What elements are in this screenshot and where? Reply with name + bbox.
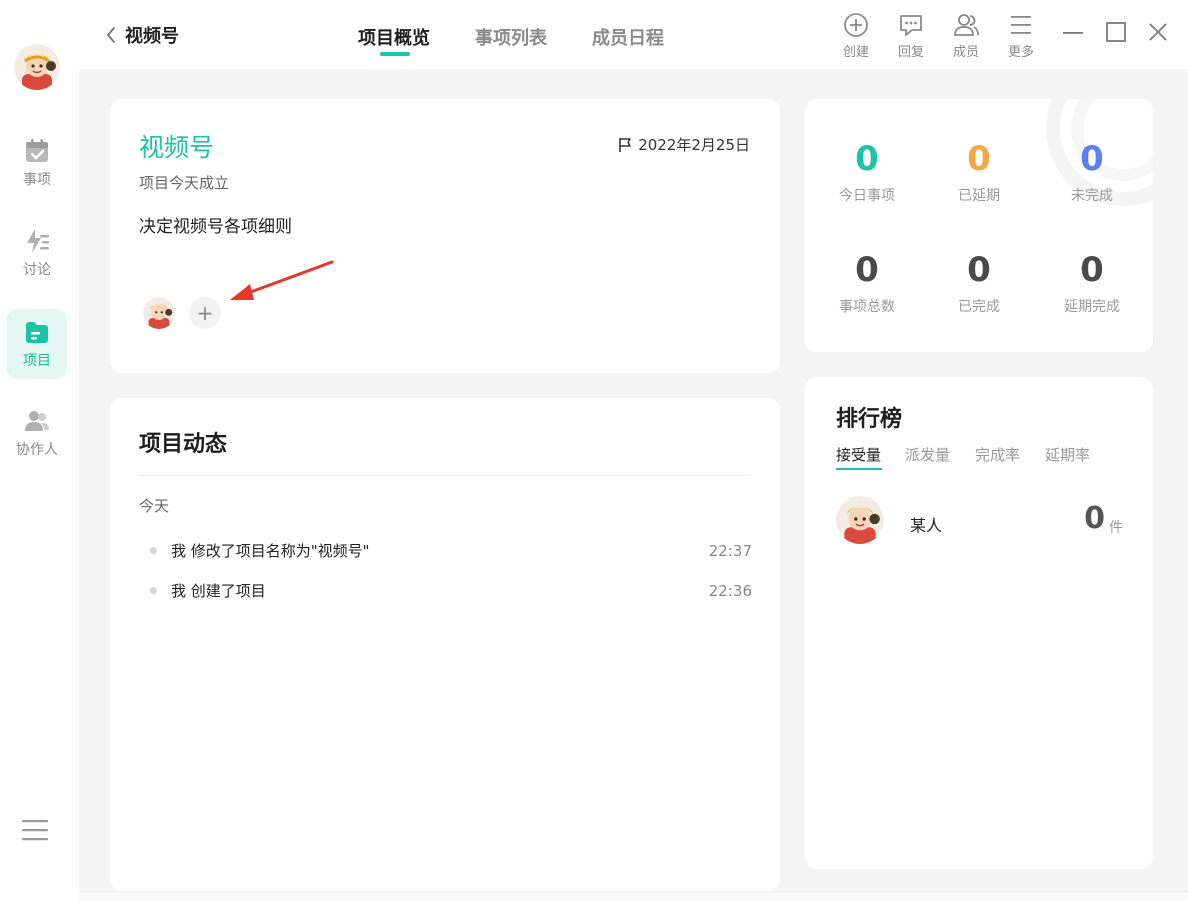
stat-value: 0: [967, 250, 991, 290]
stat-overdue[interactable]: 0 已延期: [929, 139, 1029, 205]
sidebar-item-label: 事项: [23, 172, 51, 188]
stat-label: 已完成: [958, 299, 1000, 315]
feed-title: 项目动态: [139, 432, 228, 457]
minimize-icon: [1063, 32, 1083, 34]
members-label: 成员: [952, 45, 979, 60]
feed-day-label: 今天: [139, 497, 170, 515]
stats-card: 0 今日事项 0 已延期 0 未完成 0 事项总数 0 已完成 0 延期完成: [805, 99, 1153, 352]
stat-completed-late[interactable]: 0 延期完成: [1042, 250, 1142, 316]
tab-task-list[interactable]: 事项列表: [475, 24, 547, 50]
stat-label: 今日事项: [839, 188, 895, 204]
project-subtitle: 项目今天成立: [139, 174, 230, 192]
reply-label: 回复: [897, 45, 924, 60]
feed-item-text: 我 创建了项目: [171, 582, 266, 600]
reply-button[interactable]: 回复: [891, 12, 931, 60]
stat-incomplete[interactable]: 0 未完成: [1042, 139, 1142, 205]
lightning-icon: [27, 229, 49, 253]
stat-value: 0: [967, 139, 991, 179]
create-button[interactable]: 创建: [836, 12, 876, 60]
stat-label: 延期完成: [1064, 299, 1120, 315]
back-button[interactable]: 视频号: [105, 22, 179, 48]
close-button[interactable]: [1147, 20, 1169, 48]
plus-circle-icon: [844, 13, 868, 37]
bottom-strip: [79, 893, 1188, 901]
project-date[interactable]: 2022年2月25日: [618, 134, 750, 155]
sidebar-item-label: 讨论: [23, 262, 51, 278]
feed-item-time: 22:37: [708, 541, 752, 560]
add-member-button[interactable]: +: [189, 297, 221, 329]
project-date-text: 2022年2月25日: [638, 136, 750, 154]
bullet-dot: [150, 587, 157, 594]
ranking-title: 排行榜: [836, 407, 903, 432]
active-tab-indicator: [380, 52, 410, 56]
more-label: 更多: [1007, 45, 1034, 60]
sidebar-item-tasks[interactable]: 事项: [7, 128, 67, 198]
tab-assigned[interactable]: 派发量: [905, 444, 950, 465]
tab-overdue-rate[interactable]: 延期率: [1045, 444, 1090, 465]
more-button[interactable]: 更多: [1001, 12, 1041, 60]
users-icon: [954, 14, 979, 36]
chevron-left-icon: [106, 27, 115, 43]
tab-member-schedule[interactable]: 成员日程: [592, 24, 664, 50]
ranking-entry-count: 0: [1084, 501, 1105, 536]
members-button[interactable]: 成员: [946, 12, 986, 60]
sidebar-item-label: 项目: [23, 353, 51, 369]
menu-icon[interactable]: [22, 819, 48, 845]
project-title[interactable]: 视频号: [139, 128, 214, 164]
ranking-entry-name: 某人: [910, 516, 943, 535]
stat-value: 0: [855, 250, 879, 290]
active-tab-indicator: [836, 468, 882, 470]
sidebar-item-discussion[interactable]: 讨论: [7, 218, 67, 288]
sidebar-item-projects[interactable]: 项目: [7, 309, 67, 379]
header: 视频号 项目概览 事项列表 成员日程 创建 回复 成员 更多: [79, 0, 1188, 69]
calendar-check-icon: [26, 139, 48, 162]
sidebar-item-collaborators[interactable]: 协作人: [7, 398, 67, 468]
avatar[interactable]: [836, 496, 884, 544]
project-info-card: 视频号 2022年2月25日 项目今天成立 决定视频号各项细则 +: [110, 99, 780, 373]
tab-completion-rate[interactable]: 完成率: [975, 444, 1020, 465]
bullet-dot: [150, 547, 157, 554]
hamburger-icon: [1011, 16, 1031, 34]
stat-value: 0: [1080, 250, 1104, 290]
feed-item: 我 创建了项目 22:36: [150, 580, 752, 601]
stat-today-tasks[interactable]: 0 今日事项: [817, 139, 917, 205]
divider: [139, 475, 751, 476]
folder-icon: [26, 322, 48, 343]
chat-icon: [900, 15, 922, 36]
activity-feed-card: 项目动态 今天 我 修改了项目名称为"视频号" 22:37 我 创建了项目 22…: [110, 398, 780, 891]
feed-item-time: 22:36: [708, 581, 752, 600]
maximize-button[interactable]: [1105, 20, 1127, 48]
feed-item: 我 修改了项目名称为"视频号" 22:37: [150, 540, 752, 561]
stat-completed[interactable]: 0 已完成: [929, 250, 1029, 316]
flag-icon: [619, 137, 631, 152]
ranking-entry-unit: 件: [1109, 520, 1123, 536]
stat-label: 事项总数: [839, 299, 895, 315]
stat-value: 0: [855, 139, 879, 179]
create-label: 创建: [842, 45, 869, 60]
stat-value: 0: [1080, 139, 1104, 179]
stat-label: 已延期: [958, 188, 1000, 204]
feed-item-text: 我 修改了项目名称为"视频号": [171, 542, 370, 560]
sidebar-item-label: 协作人: [16, 442, 58, 458]
project-description[interactable]: 决定视频号各项细则: [139, 212, 292, 237]
tab-received[interactable]: 接受量: [836, 444, 881, 465]
tab-overview[interactable]: 项目概览: [358, 24, 430, 50]
user-avatar[interactable]: [14, 44, 60, 90]
annotation-arrow: [230, 260, 334, 300]
users-icon: [25, 411, 49, 431]
page-title: 视频号: [125, 26, 179, 47]
ranking-card: 排行榜 接受量 派发量 完成率 延期率 某人 0 件: [805, 377, 1153, 869]
sidebar: 事项 讨论 项目 协作人: [0, 0, 79, 901]
close-icon: [1149, 23, 1167, 41]
stat-label: 未完成: [1071, 188, 1113, 204]
member-avatar[interactable]: [143, 297, 175, 329]
maximize-icon: [1106, 22, 1126, 42]
stat-total-tasks[interactable]: 0 事项总数: [817, 250, 917, 316]
minimize-button[interactable]: [1063, 20, 1083, 48]
